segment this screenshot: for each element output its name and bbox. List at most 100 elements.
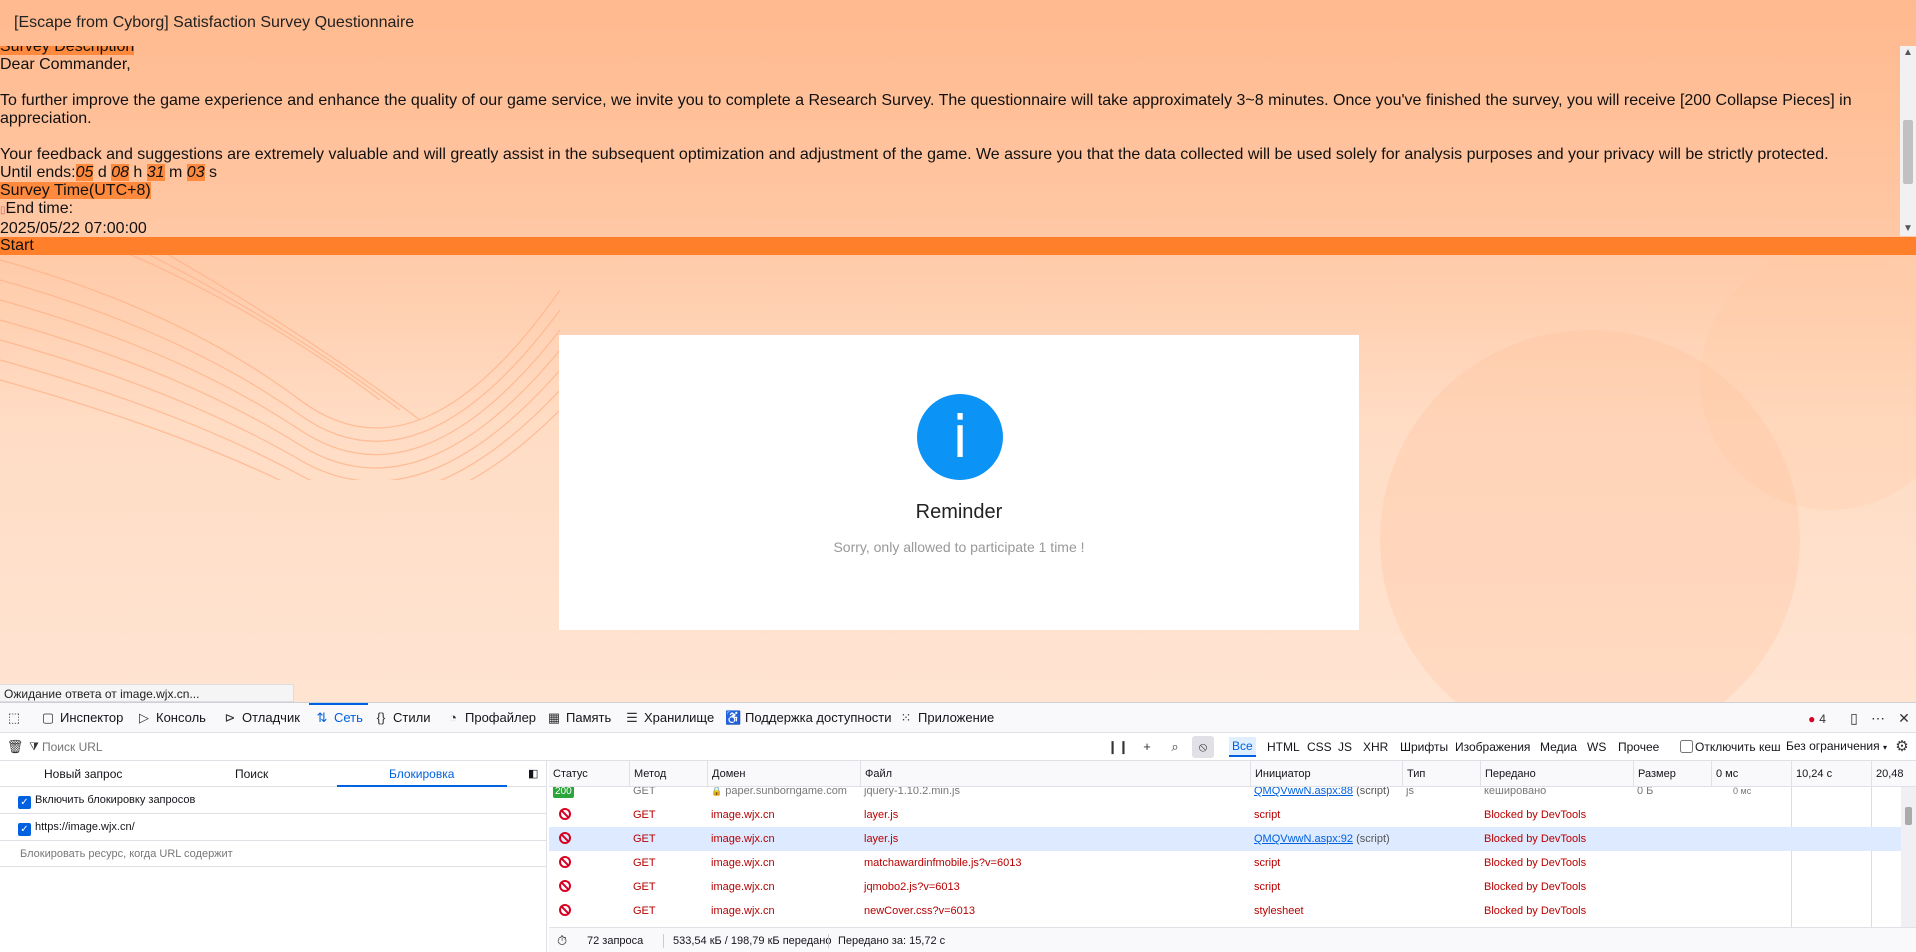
tab-new-request[interactable]: Новый запрос [44,761,122,787]
clear-requests-icon[interactable]: 🗑 [4,733,26,761]
row-type [1402,899,1480,923]
waterfall-tick-0[interactable]: 0 мс [1711,761,1751,787]
status-badge: 200 [553,787,574,798]
filter-js[interactable]: JS [1335,737,1355,757]
filter-css[interactable]: CSS [1304,737,1335,757]
initiator-link[interactable]: QMQVwwN.aspx:88 [1254,787,1353,797]
stopwatch-icon: ⏱ [557,933,568,948]
filter-media[interactable]: Медиа [1537,737,1580,757]
tab-search[interactable]: Поиск [235,761,268,787]
waterfall-tick-2[interactable]: 20,48 [1871,761,1916,787]
survey-description-panel[interactable]: Survey Description Dear Commander, To fu… [0,46,1916,236]
collapse-sidebar-icon[interactable]: ◧ [528,761,538,787]
row-method: GET [633,787,656,797]
tab-console[interactable]: ▷ Консоль [136,703,206,733]
row-size [1633,875,1711,899]
disable-cache-checkbox[interactable] [1680,740,1693,753]
console-icon: ▷ [139,710,149,725]
dock-toggle-icon[interactable]: ▯ [1844,703,1864,733]
tab-accessibility[interactable]: ♿ Поддержка доступности [725,703,892,733]
url-filter-input[interactable] [42,738,442,756]
network-filter-bar: 🗑 ⧩ ❙❙ + ⌕ ⦸ Все HTML CSS JS XHR Шрифты … [0,733,1916,761]
end-time-label: End time: [5,200,74,217]
tab-storage[interactable]: ☰ Хранилище [624,703,714,733]
table-row-selected[interactable]: GET image.wjx.cn layer.js QMQVwwN.aspx:9… [549,827,1901,851]
survey-scrollbar[interactable]: ▲ ▼ [1900,46,1916,236]
column-file[interactable]: Файл [860,761,1250,787]
scroll-up-icon[interactable]: ▲ [1900,46,1916,60]
throttling-value: Без ограничения [1786,739,1880,753]
row-domain: paper.sunborngame.com [725,787,847,797]
scrollbar-thumb[interactable] [1903,120,1913,184]
scrollbar-thumb[interactable] [1905,807,1912,825]
close-devtools-icon[interactable]: ✕ [1894,703,1914,733]
checkbox-checked-icon[interactable]: ✓ [18,823,31,836]
column-transferred[interactable]: Передано [1480,761,1633,787]
tab-style-editor[interactable]: {} Стили [373,703,431,733]
table-scrollbar[interactable] [1901,787,1916,927]
end-time-value: 2025/05/22 07:00:00 [0,220,147,236]
network-summary-bar: ⏱ 72 запроса 533,54 кБ / 198,79 кБ перед… [549,927,1916,952]
initiator-link[interactable]: QMQVwwN.aspx:92 [1254,833,1353,845]
scroll-down-icon[interactable]: ▼ [1900,222,1916,236]
block-url-input[interactable]: Блокировать ресурс, когда URL содержит [0,841,547,867]
tab-application[interactable]: ⁙ Приложение [898,703,995,733]
column-initiator[interactable]: Инициатор [1250,761,1402,787]
gear-icon[interactable]: ⚙ [1891,733,1913,761]
blocked-icon [559,904,571,916]
tab-memory[interactable]: ▦ Память [546,703,611,733]
tab-profiler[interactable]: ◔ Профайлер [445,703,536,733]
tab-label: Приложение [918,710,995,725]
start-button[interactable]: Start [0,237,1916,255]
tab-blocking[interactable]: Блокировка [389,761,454,787]
table-row[interactable]: GET image.wjx.cn newCover.css?v=6013 sty… [549,899,1901,923]
filter-html[interactable]: HTML [1264,737,1303,757]
memory-icon: ▦ [547,710,561,725]
checkbox-checked-icon[interactable]: ✓ [18,796,31,809]
tab-network[interactable]: ⇅ Сеть [309,703,368,733]
filter-other[interactable]: Прочее [1615,737,1662,757]
row-size: 0 Б [1637,787,1654,797]
tab-label: Сеть [334,710,363,725]
row-method: GET [633,809,656,821]
waterfall-tick-1[interactable]: 10,24 с [1791,761,1871,787]
more-options-icon[interactable]: ⋯ [1868,703,1888,733]
filter-ws[interactable]: WS [1584,737,1609,757]
table-row[interactable]: GET image.wjx.cn jqmobo2.js?v=6013 scrip… [549,875,1901,899]
disable-cache-toggle[interactable]: Отключить кеш [1680,739,1781,755]
pause-icon[interactable]: ❙❙ [1107,733,1129,761]
column-status[interactable]: Статус [549,761,629,787]
filter-fonts[interactable]: Шрифты [1397,737,1451,757]
add-icon[interactable]: + [1136,733,1158,761]
tab-debugger[interactable]: ⊳ Отладчик [222,703,300,733]
error-count-badge[interactable]: ● 4 [1804,703,1830,733]
filter-xhr[interactable]: XHR [1360,737,1391,757]
info-icon: i [917,394,1003,480]
dialog-title: Reminder [915,501,1003,523]
countdown-days-unit: d [93,164,112,181]
throttling-select[interactable]: Без ограничения ▾ [1786,739,1887,753]
column-size[interactable]: Размер [1633,761,1711,787]
table-row[interactable]: 200 GET 🔒 paper.sunborngame.com jquery-1… [549,787,1901,803]
row-domain: image.wjx.cn [711,857,775,869]
column-domain[interactable]: Домен [707,761,860,787]
row-transferred: Blocked by DevTools [1484,857,1587,869]
request-blocking-icon[interactable]: ⦸ [1192,736,1214,758]
filter-all[interactable]: Все [1229,737,1256,757]
filter-images[interactable]: Изображения [1452,737,1533,757]
search-icon[interactable]: ⌕ [1164,733,1186,761]
sidebar-tabs: Новый запрос Поиск Блокировка ◧ [0,761,547,787]
blocked-url-row[interactable]: ✓ https://image.wjx.cn/ [0,814,547,841]
column-method[interactable]: Метод [629,761,707,787]
tab-inspector[interactable]: ▢ Инспектор [40,703,124,733]
column-type[interactable]: Тип [1402,761,1480,787]
blocked-icon [559,880,571,892]
devtools-toolbar: ⬚ ▢ Инспектор ▷ Консоль ⊳ Отладчик ⇅ Сеть {}… [0,703,1916,733]
tab-label: Хранилище [644,710,715,725]
element-picker-button[interactable]: ⬚ [6,703,26,733]
table-row[interactable]: GET image.wjx.cn layer.js script Blocked… [549,803,1901,827]
table-row[interactable]: GET image.wjx.cn matchawardinfmobile.js?… [549,851,1901,875]
enable-blocking-row[interactable]: ✓ Включить блокировку запросов [0,787,547,814]
row-waterfall: 0 мс [1733,787,1752,796]
tab-label: Память [566,710,612,725]
